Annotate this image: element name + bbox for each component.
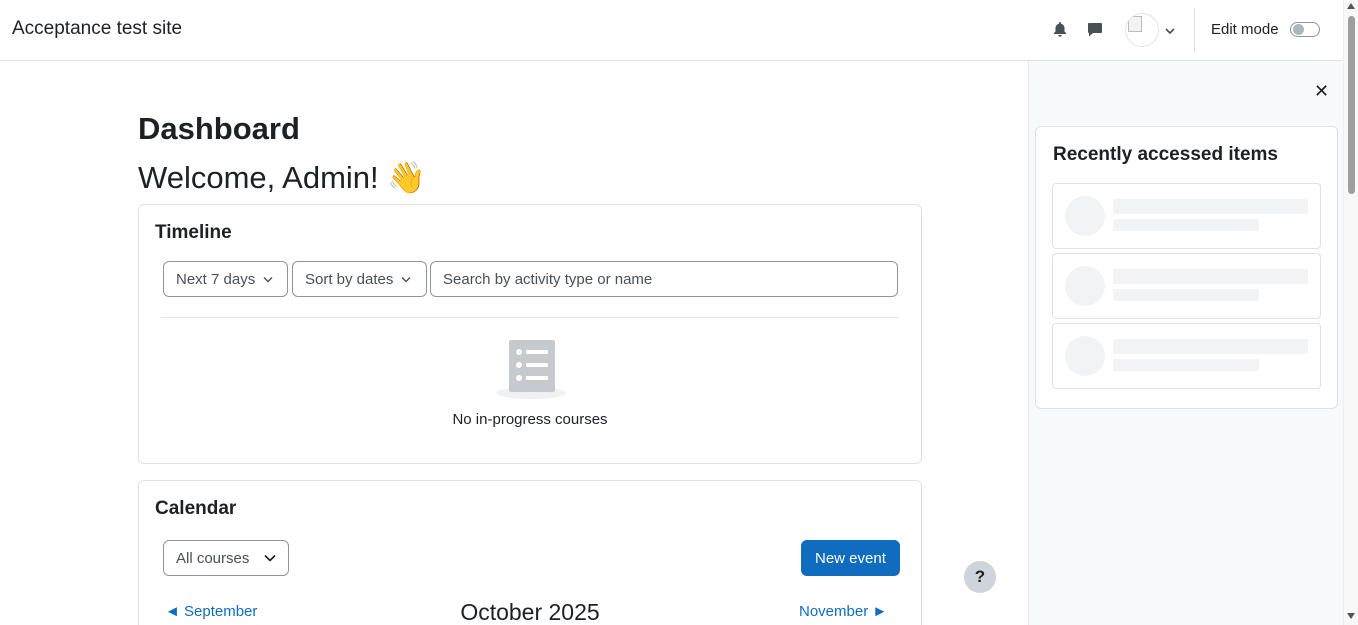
next-month-link[interactable]: November ► xyxy=(799,603,887,620)
recent-item-placeholder xyxy=(1052,323,1321,389)
chevron-down-icon[interactable] xyxy=(1165,22,1175,40)
bell-icon[interactable] xyxy=(1050,20,1070,40)
nav-divider xyxy=(1194,8,1195,52)
recent-item-placeholder xyxy=(1052,253,1321,319)
skeleton-line xyxy=(1113,339,1308,354)
timeline-title: Timeline xyxy=(155,222,232,243)
day-filter-dropdown[interactable]: Next 7 days xyxy=(163,261,288,297)
toggle-knob xyxy=(1293,24,1304,35)
timeline-divider xyxy=(162,317,898,318)
scrollbar-thumb[interactable] xyxy=(1348,16,1355,194)
chat-bubble-icon-glyph xyxy=(1088,23,1102,37)
welcome-message: Welcome, Admin! 👋 xyxy=(138,160,426,195)
scroll-up-arrow-icon[interactable] xyxy=(1347,3,1355,9)
recent-item-placeholder xyxy=(1052,183,1321,249)
chat-bubble-icon[interactable] xyxy=(1085,20,1105,40)
skeleton-line xyxy=(1113,219,1259,231)
skeleton-line xyxy=(1113,269,1308,284)
chevron-down-icon-glyph xyxy=(1165,28,1175,35)
edit-mode-toggle[interactable] xyxy=(1290,22,1320,37)
timeline-search-input[interactable] xyxy=(430,261,898,297)
course-filter-dropdown[interactable]: All courses xyxy=(163,540,289,576)
sort-dropdown[interactable]: Sort by dates xyxy=(292,261,427,297)
bell-icon-glyph xyxy=(1054,22,1066,37)
right-block-drawer: ✕ Recently accessed items xyxy=(1028,61,1343,625)
broken-image-icon xyxy=(1128,16,1142,32)
timeline-empty-text: No in-progress courses xyxy=(452,411,608,428)
skeleton-avatar xyxy=(1065,336,1105,376)
close-icon[interactable]: ✕ xyxy=(1314,81,1329,102)
chevron-down-icon xyxy=(401,276,411,282)
recently-accessed-block: Recently accessed items xyxy=(1035,126,1338,409)
page-scrollbar[interactable] xyxy=(1343,0,1358,625)
edit-mode-label: Edit mode xyxy=(1211,21,1279,38)
chevron-down-icon xyxy=(264,554,276,562)
chevron-down-icon xyxy=(263,276,273,282)
page-title: Dashboard xyxy=(138,111,300,146)
course-filter-label: All courses xyxy=(176,549,250,567)
scroll-down-arrow-icon[interactable] xyxy=(1347,613,1355,619)
site-name[interactable]: Acceptance test site xyxy=(12,18,182,40)
calendar-title: Calendar xyxy=(155,498,237,519)
top-navbar: Acceptance test site Edit mode xyxy=(0,0,1343,61)
new-event-button[interactable]: New event xyxy=(801,540,900,576)
skeleton-avatar xyxy=(1065,266,1105,306)
calendar-block: Calendar All courses New event ◄ Septemb… xyxy=(138,480,922,625)
day-filter-label: Next 7 days xyxy=(176,270,256,288)
skeleton-line xyxy=(1113,359,1259,371)
recently-accessed-title: Recently accessed items xyxy=(1053,144,1278,165)
skeleton-line xyxy=(1113,289,1259,301)
user-avatar[interactable] xyxy=(1125,13,1159,47)
skeleton-avatar xyxy=(1065,196,1105,236)
help-button[interactable]: ? xyxy=(964,561,996,593)
timeline-block: Timeline Next 7 days Sort by dates No in… xyxy=(138,204,922,464)
sort-label: Sort by dates xyxy=(305,270,394,288)
empty-list-icon xyxy=(496,340,566,399)
skeleton-line xyxy=(1113,199,1308,214)
